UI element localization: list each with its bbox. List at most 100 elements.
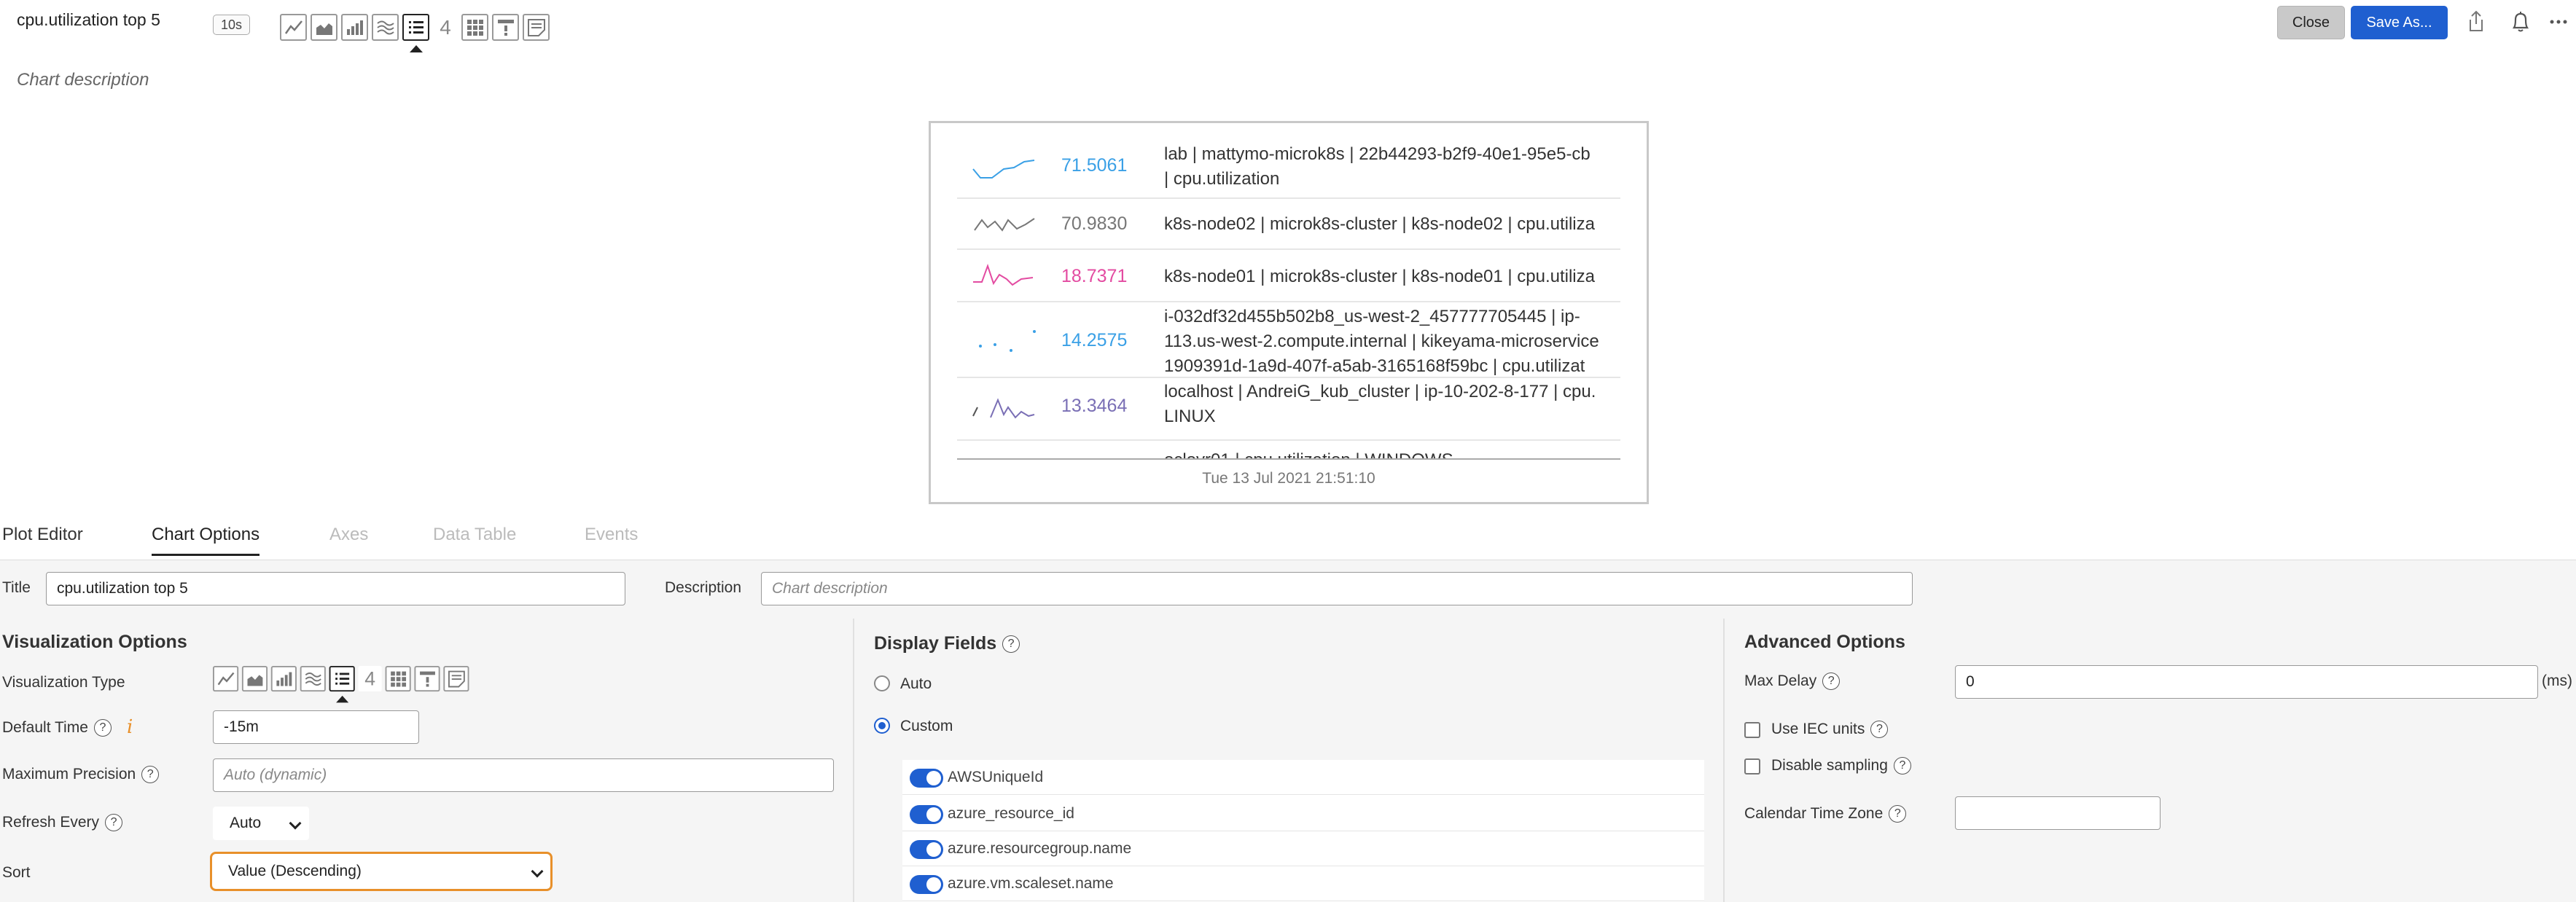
max-delay-label-row: Max Delay? xyxy=(1744,672,1841,691)
text-note-button[interactable] xyxy=(523,14,550,41)
tab-data-table[interactable]: Data Table xyxy=(433,525,516,545)
refresh-every-select[interactable]: Auto xyxy=(213,807,309,840)
single-value-button[interactable]: 4 xyxy=(433,14,458,41)
field-toggle[interactable] xyxy=(910,769,943,788)
event-feed-button[interactable] xyxy=(492,14,519,41)
help-icon[interactable]: ? xyxy=(1893,757,1911,775)
sparkline xyxy=(972,160,1035,179)
single-value-button[interactable]: 4 xyxy=(358,666,382,692)
histogram-button[interactable] xyxy=(300,666,326,692)
refresh-every-value: Auto xyxy=(230,815,262,831)
description-label: Description xyxy=(665,579,742,596)
refresh-badge: 10s xyxy=(213,15,251,35)
column-chart-button[interactable] xyxy=(341,14,368,41)
field-toggle[interactable] xyxy=(910,805,943,824)
chevron-down-icon xyxy=(289,817,302,830)
use-iec-checkbox[interactable] xyxy=(1744,722,1760,738)
column-chart-button[interactable] xyxy=(270,666,297,692)
tab-axes[interactable]: Axes xyxy=(329,525,368,545)
area-chart-button[interactable] xyxy=(241,666,268,692)
preview-timestamp: Tue 13 Jul 2021 21:51:10 xyxy=(1202,470,1375,487)
custom-radio-label: Custom xyxy=(900,718,953,734)
row-label: k8s-node02 | microk8s-cluster | k8s-node… xyxy=(1164,214,1595,234)
max-delay-unit: (ms) xyxy=(2542,672,2572,689)
selected-caret xyxy=(409,45,423,52)
line-chart-button[interactable] xyxy=(213,666,239,692)
line-chart-icon xyxy=(284,20,303,34)
area-chart-button[interactable] xyxy=(311,14,337,41)
area-chart-icon xyxy=(316,23,332,35)
custom-radio[interactable] xyxy=(874,718,890,734)
list-item: oclovr01 | cpu.utilization | WINDOWS xyxy=(957,441,1620,460)
chart-description[interactable]: Chart description xyxy=(17,70,149,90)
list-item: 71.5061 lab | mattymo-microk8s | 22b4429… xyxy=(957,136,1620,199)
line-chart-button[interactable] xyxy=(280,14,307,41)
title-input[interactable]: cpu.utilization top 5 xyxy=(46,572,625,605)
viz-options-header: Visualization Options xyxy=(2,632,187,652)
area-chart-icon xyxy=(247,674,262,686)
field-name: AWSUniqueId xyxy=(948,769,1044,785)
viz-type-toolbar: 4 xyxy=(213,666,469,703)
text-note-button[interactable] xyxy=(443,666,469,692)
list-button[interactable] xyxy=(329,666,355,703)
auto-radio[interactable] xyxy=(874,675,890,691)
line-chart-icon xyxy=(217,672,234,685)
max-delay-input[interactable]: 0 xyxy=(1955,665,2538,699)
chevron-down-icon xyxy=(531,865,544,878)
default-time-input[interactable]: -15m xyxy=(213,710,419,744)
default-time-label-row: Default Time? xyxy=(2,719,112,737)
field-toggle[interactable] xyxy=(910,840,943,859)
help-icon[interactable]: ? xyxy=(141,766,160,784)
event-feed-button[interactable] xyxy=(414,666,440,692)
calendar-tz-input[interactable] xyxy=(1955,796,2161,830)
share-button[interactable] xyxy=(2463,9,2489,35)
help-icon[interactable]: ? xyxy=(1002,635,1020,654)
histogram-button[interactable] xyxy=(372,14,399,41)
help-icon[interactable]: ? xyxy=(1822,672,1841,691)
info-icon[interactable]: i xyxy=(127,716,133,738)
use-iec-label-row: Use IEC units? xyxy=(1771,721,1889,739)
heatmap-button[interactable] xyxy=(385,666,411,692)
chart-title[interactable]: cpu.utilization top 5 xyxy=(17,10,160,30)
tab-chart-options[interactable]: Chart Options xyxy=(152,525,260,556)
auto-radio-label: Auto xyxy=(900,675,932,692)
sparkline xyxy=(979,330,1036,352)
text-note-icon xyxy=(448,670,465,687)
event-feed-icon xyxy=(497,19,514,36)
default-time-label: Default Time xyxy=(2,719,88,736)
sort-select[interactable]: Value (Descending) xyxy=(210,852,553,891)
text-note-icon xyxy=(527,18,545,36)
field-row: azure.resourcegroup.name xyxy=(902,831,1704,866)
row-label: lab | mattymo-microk8s | 22b44293-b2f9-4… xyxy=(1164,144,1591,189)
tab-events[interactable]: Events xyxy=(585,525,638,545)
heatmap-icon xyxy=(390,671,406,687)
more-button[interactable] xyxy=(2545,9,2572,35)
selected-caret xyxy=(335,695,348,703)
column-divider xyxy=(853,619,854,902)
description-input[interactable]: Chart description xyxy=(761,572,1913,605)
row-label: i-032df32d455b502b8_us-west-2_4577777054… xyxy=(1164,307,1599,376)
max-precision-label: Maximum Precision xyxy=(2,766,136,783)
heatmap-button[interactable] xyxy=(461,14,488,41)
disable-sampling-checkbox[interactable] xyxy=(1744,758,1760,774)
list-icon xyxy=(408,20,424,34)
list-icon xyxy=(335,672,349,685)
save-as-button[interactable]: Save As... xyxy=(2351,6,2448,39)
help-icon[interactable]: ? xyxy=(1870,721,1889,739)
help-icon[interactable]: ? xyxy=(93,719,112,737)
sparkline xyxy=(972,398,1035,419)
field-row: AWSUniqueId xyxy=(902,760,1704,795)
histogram-icon xyxy=(376,20,394,34)
max-precision-input[interactable]: Auto (dynamic) xyxy=(213,758,834,792)
alert-button[interactable] xyxy=(2507,9,2534,35)
field-toggle[interactable] xyxy=(910,875,943,894)
row-value: 14.2575 xyxy=(1061,330,1128,350)
display-fields-header: Display Fields xyxy=(874,633,997,654)
title-label: Title xyxy=(2,579,31,596)
tab-plot-editor[interactable]: Plot Editor xyxy=(2,525,83,545)
list-button[interactable] xyxy=(402,14,429,52)
help-icon[interactable]: ? xyxy=(105,814,123,832)
close-button[interactable]: Close xyxy=(2277,6,2345,39)
chart-preview: 71.5061 lab | mattymo-microk8s | 22b4429… xyxy=(929,121,1649,504)
help-icon[interactable]: ? xyxy=(1889,805,1907,823)
